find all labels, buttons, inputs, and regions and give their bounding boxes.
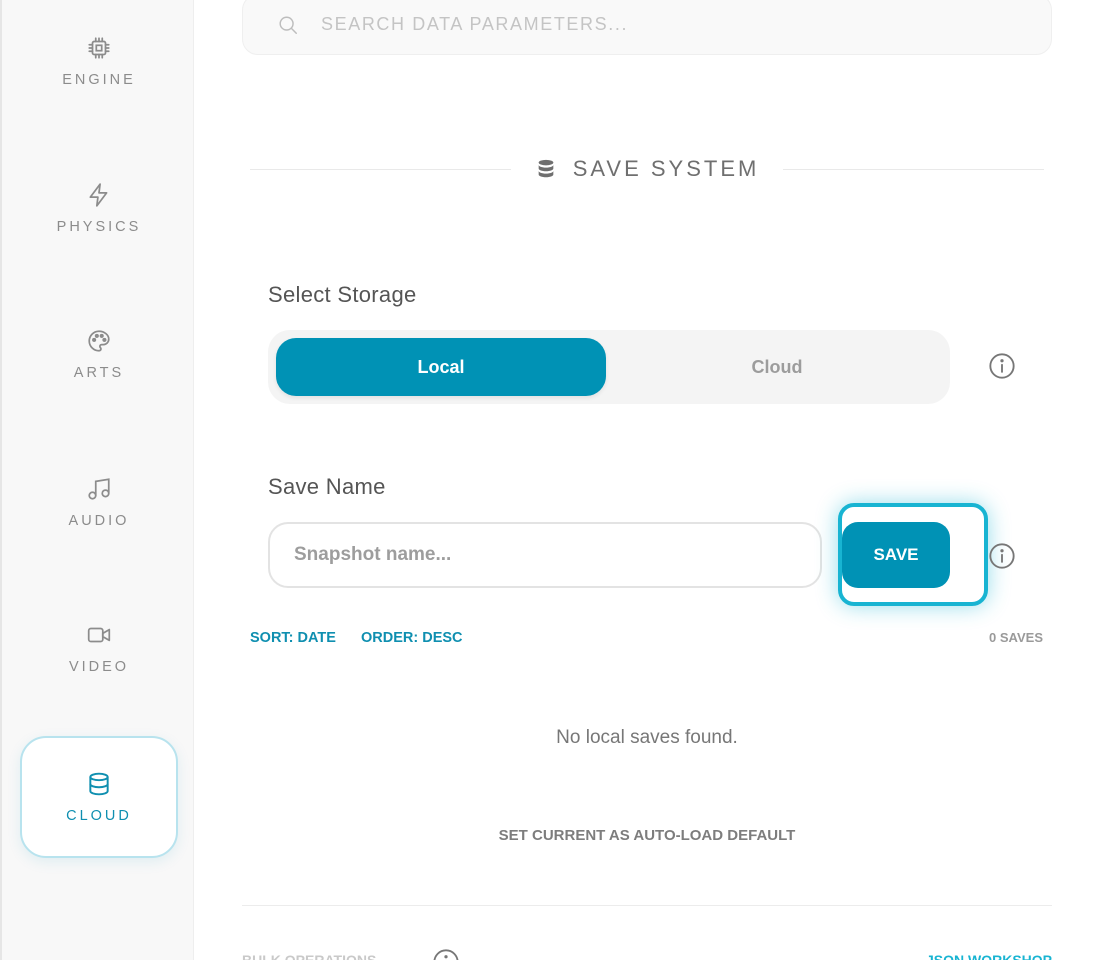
storage-option-local[interactable]: Local: [276, 338, 606, 396]
save-name-label: Save Name: [268, 474, 386, 499]
cpu-icon: [85, 34, 113, 62]
sidebar-item-label: AUDIO: [68, 513, 130, 529]
sidebar: ENGINE PHYSICS ARTS AUDIO VIDEO CLOUD: [0, 0, 194, 960]
save-name-input[interactable]: [268, 522, 822, 588]
sidebar-item-video[interactable]: VIDEO: [2, 621, 196, 731]
storage-toggle: Local Cloud: [268, 330, 950, 404]
music-note-icon: [85, 475, 113, 503]
sidebar-item-label: ENGINE: [62, 72, 136, 88]
autoload-default-button[interactable]: SET CURRENT AS AUTO-LOAD DEFAULT: [250, 827, 1044, 844]
lightning-icon: [85, 181, 113, 209]
saves-count: 0 SAVES: [989, 630, 1043, 645]
divider: [250, 168, 511, 170]
section-title: SAVE SYSTEM: [572, 156, 760, 181]
info-icon[interactable]: [988, 352, 1016, 380]
save-button[interactable]: SAVE: [842, 522, 950, 588]
order-button[interactable]: ORDER: DESC: [361, 630, 463, 646]
sidebar-item-label: VIDEO: [68, 659, 130, 675]
info-icon[interactable]: [988, 542, 1016, 570]
sidebar-item-label: PHYSICS: [56, 219, 142, 235]
sidebar-item-physics[interactable]: PHYSICS: [2, 181, 196, 291]
info-icon[interactable]: [432, 948, 460, 960]
divider: [242, 905, 1052, 906]
divider: [783, 168, 1045, 170]
storage-option-cloud[interactable]: Cloud: [612, 338, 942, 396]
search-bar: [242, 0, 1052, 55]
section-header: SAVE SYSTEM: [250, 150, 1045, 188]
search-input[interactable]: [321, 14, 1001, 35]
section-title-wrap: SAVE SYSTEM: [511, 156, 784, 182]
database-icon: [85, 770, 113, 798]
sidebar-item-engine[interactable]: ENGINE: [2, 34, 196, 144]
palette-icon: [85, 327, 113, 355]
bulk-operations-label: BULK OPERATIONS: [242, 952, 377, 960]
empty-state-message: No local saves found.: [556, 727, 738, 748]
sidebar-item-audio[interactable]: AUDIO: [2, 475, 196, 585]
video-camera-icon: [85, 621, 113, 649]
sidebar-item-label: ARTS: [73, 365, 125, 381]
sidebar-item-arts[interactable]: ARTS: [2, 327, 196, 437]
sort-button[interactable]: SORT: DATE: [250, 630, 336, 646]
sidebar-item-cloud[interactable]: CLOUD: [20, 736, 178, 858]
json-workshop-link[interactable]: JSON WORKSHOP: [926, 952, 1052, 960]
app-root: ENGINE PHYSICS ARTS AUDIO VIDEO CLOUD SE…: [0, 0, 1100, 960]
search-icon: [279, 15, 297, 34]
database-icon: [538, 159, 554, 178]
storage-label: Select Storage: [268, 282, 417, 307]
sidebar-item-label: CLOUD: [66, 808, 132, 824]
